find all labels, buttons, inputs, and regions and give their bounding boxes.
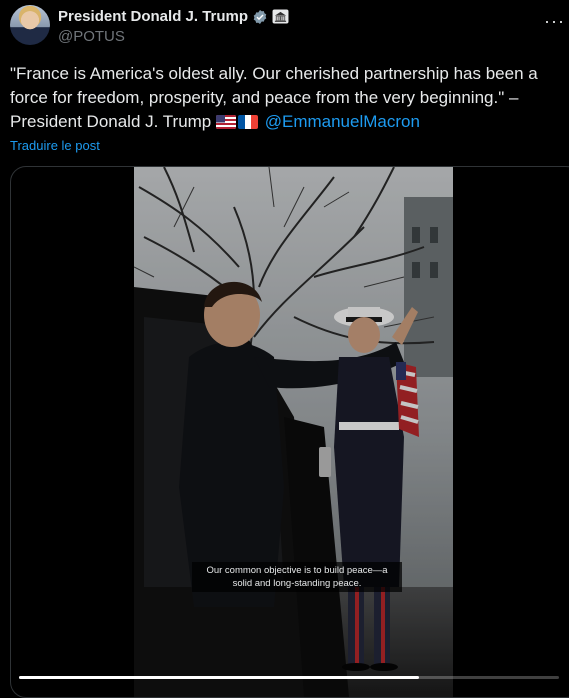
mention-link[interactable]: @EmmanuelMacron xyxy=(265,112,420,131)
translate-post-link[interactable]: Traduire le post xyxy=(10,138,100,153)
video-frame[interactable]: Our common objective is to build peace—a… xyxy=(134,167,453,697)
video-caption: Our common objective is to build peace—a… xyxy=(192,562,402,592)
video-still xyxy=(134,167,453,697)
post-text: "France is America's oldest ally. Our ch… xyxy=(10,62,562,134)
us-flag-icon xyxy=(215,115,236,129)
avatar[interactable] xyxy=(10,5,50,45)
verified-badge-icon[interactable] xyxy=(252,9,268,25)
video-progress-fill xyxy=(19,676,419,679)
video-progress-bar[interactable] xyxy=(19,676,559,679)
more-options-button[interactable]: ··· xyxy=(544,11,565,32)
post-header: President Donald J. Trump @POTUS ··· xyxy=(10,5,569,49)
author-row: President Donald J. Trump xyxy=(58,8,289,25)
author-handle[interactable]: @POTUS xyxy=(58,28,125,45)
white-house-icon[interactable] xyxy=(272,9,289,24)
author-name[interactable]: President Donald J. Trump xyxy=(58,8,248,25)
video-player[interactable]: Our common objective is to build peace—a… xyxy=(10,166,569,698)
france-flag-icon xyxy=(237,115,258,129)
